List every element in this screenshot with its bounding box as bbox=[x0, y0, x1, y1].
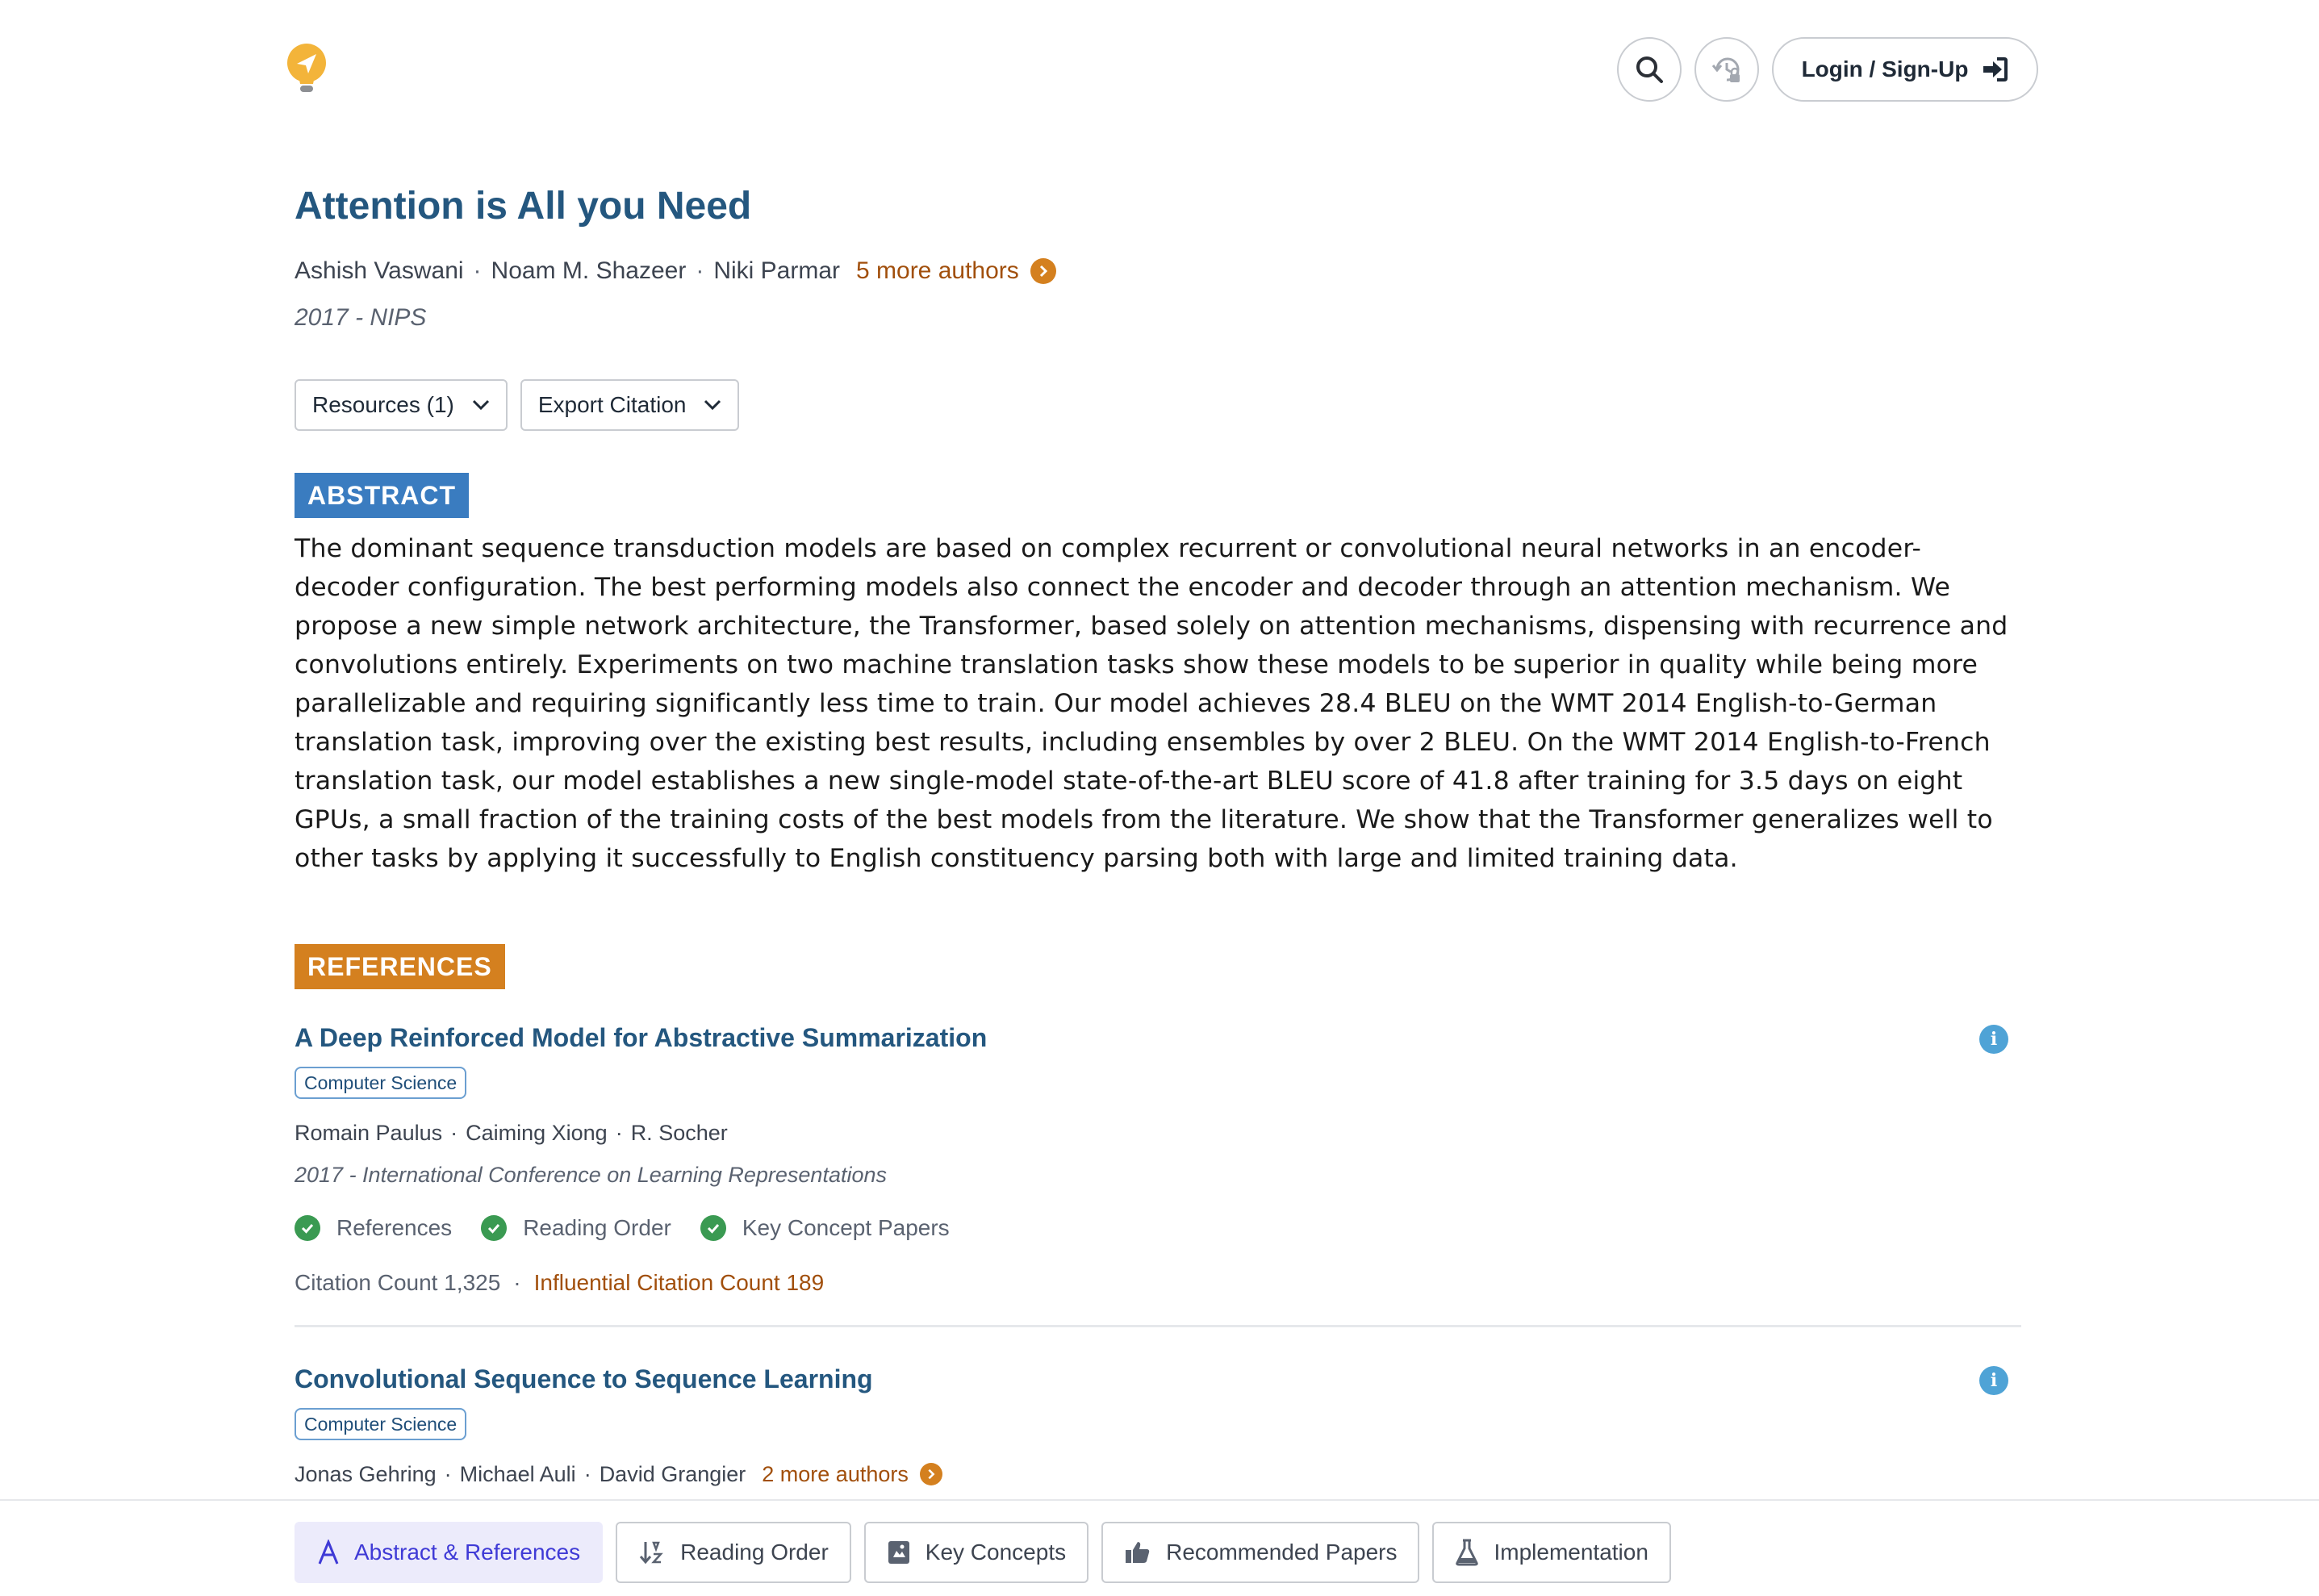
check-key-concept-papers: Key Concept Papers bbox=[700, 1215, 950, 1241]
chevron-right-icon bbox=[919, 1463, 942, 1485]
resources-label: Resources (1) bbox=[312, 392, 454, 417]
login-label: Login / Sign-Up bbox=[1801, 56, 1969, 81]
paper-venue: 2017 - NIPS bbox=[295, 304, 427, 331]
info-icon[interactable]: i bbox=[1979, 1025, 2008, 1054]
check-reading-order: Reading Order bbox=[481, 1215, 671, 1241]
author-link[interactable]: Niki Parmar bbox=[713, 253, 840, 289]
author-link[interactable]: Noam M. Shazeer bbox=[491, 253, 687, 289]
search-icon bbox=[1636, 56, 1663, 83]
reference-venue: 2017 - International Conference on Learn… bbox=[295, 1163, 887, 1187]
paper-main: Attention is All you Need Ashish Vaswani… bbox=[295, 178, 2021, 1519]
bottom-tab-bar: Abstract & References Reading Order Key … bbox=[0, 1499, 2319, 1596]
history-icon bbox=[1711, 57, 1740, 82]
chevron-down-icon bbox=[704, 399, 721, 411]
author-link[interactable]: Michael Auli bbox=[460, 1458, 576, 1490]
thumbs-up-icon bbox=[1126, 1542, 1150, 1563]
influential-citation-count: Influential Citation Count 189 bbox=[533, 1270, 825, 1295]
export-citation-dropdown[interactable]: Export Citation bbox=[520, 379, 740, 431]
more-authors-link[interactable]: 5 more authors bbox=[856, 253, 1056, 289]
author-link[interactable]: Jonas Gehring bbox=[295, 1458, 437, 1490]
flask-icon bbox=[1456, 1539, 1479, 1566]
author-separator: · bbox=[696, 257, 704, 284]
field-badge: Computer Science bbox=[295, 1067, 467, 1099]
tab-label: Abstract & References bbox=[354, 1540, 581, 1565]
login-arrow-icon bbox=[1983, 57, 2008, 81]
abstract-heading: ABSTRACT bbox=[295, 473, 469, 518]
tab-implementation[interactable]: Implementation bbox=[1432, 1522, 1671, 1583]
abstract-text: The dominant sequence transduction model… bbox=[295, 534, 2008, 873]
reference-authors: Jonas Gehring · Michael Auli · David Gra… bbox=[295, 1458, 2021, 1490]
author-link[interactable]: Caiming Xiong bbox=[466, 1117, 608, 1149]
tab-label: Key Concepts bbox=[925, 1540, 1067, 1565]
check-label: Key Concept Papers bbox=[742, 1215, 950, 1240]
author-separator: · bbox=[450, 1121, 458, 1145]
top-header: Login / Sign-Up bbox=[0, 0, 2319, 137]
check-label: References bbox=[336, 1215, 453, 1240]
more-authors-label: 2 more authors bbox=[762, 1462, 909, 1486]
author-separator: · bbox=[444, 1462, 452, 1486]
resources-dropdown[interactable]: Resources (1) bbox=[295, 379, 508, 431]
check-references: References bbox=[295, 1215, 452, 1241]
tab-label: Reading Order bbox=[680, 1540, 829, 1565]
more-authors-link[interactable]: 2 more authors bbox=[762, 1458, 942, 1490]
export-label: Export Citation bbox=[537, 392, 687, 417]
more-authors-label: 5 more authors bbox=[856, 257, 1019, 284]
author-link[interactable]: Ashish Vaswani bbox=[295, 253, 464, 289]
author-separator: · bbox=[615, 1121, 623, 1145]
logo-icon[interactable] bbox=[284, 42, 329, 95]
check-circle-icon bbox=[700, 1215, 726, 1241]
check-circle-icon bbox=[295, 1215, 320, 1241]
tab-label: Implementation bbox=[1494, 1540, 1648, 1565]
reference-counts: Citation Count 1,325 · Influential Citat… bbox=[295, 1270, 2021, 1296]
author-link[interactable]: Romain Paulus bbox=[295, 1117, 442, 1149]
tab-reading-order[interactable]: Reading Order bbox=[616, 1522, 851, 1583]
login-signup-button[interactable]: Login / Sign-Up bbox=[1772, 37, 2038, 102]
section-tabs: Abstract & References Reading Order Key … bbox=[295, 1522, 1671, 1583]
reference-authors: Romain Paulus · Caiming Xiong · R. Soche… bbox=[295, 1117, 2021, 1149]
author-link[interactable]: David Grangier bbox=[600, 1458, 746, 1490]
reference-title[interactable]: A Deep Reinforced Model for Abstractive … bbox=[295, 1018, 2021, 1057]
search-button[interactable] bbox=[1617, 37, 1682, 102]
citation-count: Citation Count 1,325 bbox=[295, 1270, 501, 1295]
reference-item: Convolutional Sequence to Sequence Learn… bbox=[295, 1327, 2021, 1519]
tab-abstract-references[interactable]: Abstract & References bbox=[295, 1522, 604, 1583]
references-heading: REFERENCES bbox=[295, 944, 505, 989]
sort-icon bbox=[639, 1541, 663, 1565]
tab-recommended-papers[interactable]: Recommended Papers bbox=[1101, 1522, 1420, 1583]
reference-title[interactable]: Convolutional Sequence to Sequence Learn… bbox=[295, 1360, 2021, 1398]
check-label: Reading Order bbox=[523, 1215, 671, 1240]
chevron-right-icon bbox=[1030, 258, 1056, 284]
info-icon[interactable]: i bbox=[1979, 1366, 2008, 1395]
check-circle-icon bbox=[481, 1215, 508, 1241]
count-separator: · bbox=[513, 1270, 521, 1295]
paper-authors: Ashish Vaswani · Noam M. Shazeer · Niki … bbox=[295, 253, 2021, 289]
reference-checks: References Reading Order Key Concept Pap… bbox=[295, 1215, 2021, 1241]
concepts-icon bbox=[888, 1541, 909, 1564]
author-link[interactable]: R. Socher bbox=[631, 1117, 728, 1149]
paper-actions: Resources (1) Export Citation bbox=[295, 379, 2021, 431]
chevron-down-icon bbox=[472, 399, 489, 411]
tab-key-concepts[interactable]: Key Concepts bbox=[863, 1522, 1089, 1583]
paper-title: Attention is All you Need bbox=[295, 185, 752, 228]
reference-item: A Deep Reinforced Model for Abstractive … bbox=[295, 1018, 2021, 1327]
history-button[interactable] bbox=[1694, 37, 1759, 102]
tab-label: Recommended Papers bbox=[1166, 1540, 1398, 1565]
abstract-icon bbox=[318, 1540, 339, 1565]
author-separator: · bbox=[473, 257, 482, 284]
field-badge: Computer Science bbox=[295, 1408, 467, 1440]
author-separator: · bbox=[583, 1462, 591, 1486]
